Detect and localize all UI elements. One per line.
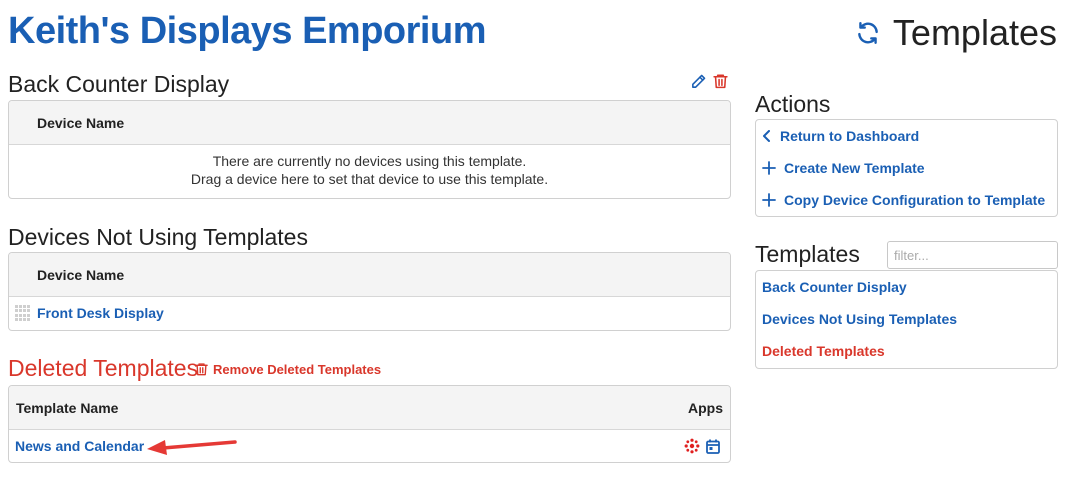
deleted-templates-title: Deleted Templates <box>8 355 199 381</box>
annotation-arrow-icon <box>147 440 237 455</box>
remove-deleted-templates-label: Remove Deleted Templates <box>213 361 382 377</box>
apps-column-header: Apps <box>688 399 723 416</box>
chevron-left-icon <box>762 130 772 142</box>
template-devices-panel[interactable]: Device Name There are currently no devic… <box>8 100 731 199</box>
templates-nav-item-deleted[interactable]: Deleted Templates <box>756 335 1057 367</box>
deleted-template-link[interactable]: News and Calendar <box>15 438 144 454</box>
trash-icon[interactable] <box>712 72 729 95</box>
actions-title: Actions <box>755 91 831 117</box>
devices-not-using-title: Devices Not Using Templates <box>8 224 308 250</box>
template-name-column-header: Template Name <box>16 399 119 416</box>
template-section-title: Back Counter Display <box>8 71 230 97</box>
table-row[interactable]: Front Desk Display <box>9 297 730 329</box>
remove-deleted-templates-button[interactable]: Remove Deleted Templates <box>194 361 381 377</box>
refresh-icon[interactable] <box>855 20 881 46</box>
page-header: Templates <box>855 12 1057 54</box>
deleted-templates-panel: Template Name Apps News and Calendar <box>8 385 731 463</box>
pencil-icon[interactable] <box>690 73 707 95</box>
copy-device-configuration-action[interactable]: Copy Device Configuration to Template <box>756 184 1057 216</box>
plus-icon <box>762 161 776 175</box>
device-name-column-header: Device Name <box>9 101 730 145</box>
device-link[interactable]: Front Desk Display <box>37 305 164 321</box>
deleted-templates-table-header: Template Name Apps <box>9 386 730 430</box>
page-title: Templates <box>892 12 1057 53</box>
devices-not-using-panel[interactable]: Device Name Front Desk Display <box>8 252 731 331</box>
plus-icon <box>762 193 776 207</box>
create-new-template-action[interactable]: Create New Template <box>756 152 1057 184</box>
globe-app-icon <box>684 438 700 454</box>
templates-nav-panel: Back Counter Display Devices Not Using T… <box>755 270 1058 369</box>
brand-title: Keith's Displays Emporium <box>8 10 487 52</box>
calendar-app-icon <box>706 439 720 454</box>
return-to-dashboard-action[interactable]: Return to Dashboard <box>756 120 1057 152</box>
drag-handle-icon[interactable] <box>15 305 31 321</box>
templates-nav-item-back-counter[interactable]: Back Counter Display <box>756 271 1057 303</box>
templates-nav-title: Templates <box>755 241 860 267</box>
trash-icon <box>194 361 209 377</box>
table-row[interactable]: News and Calendar <box>9 430 730 462</box>
actions-panel: Return to Dashboard Create New Template … <box>755 119 1058 217</box>
device-name-column-header: Device Name <box>9 253 730 297</box>
empty-drop-message: There are currently no devices using thi… <box>190 153 549 187</box>
templates-nav-item-not-using[interactable]: Devices Not Using Templates <box>756 303 1057 335</box>
apps-cell <box>684 438 720 454</box>
filter-input[interactable] <box>887 241 1058 269</box>
